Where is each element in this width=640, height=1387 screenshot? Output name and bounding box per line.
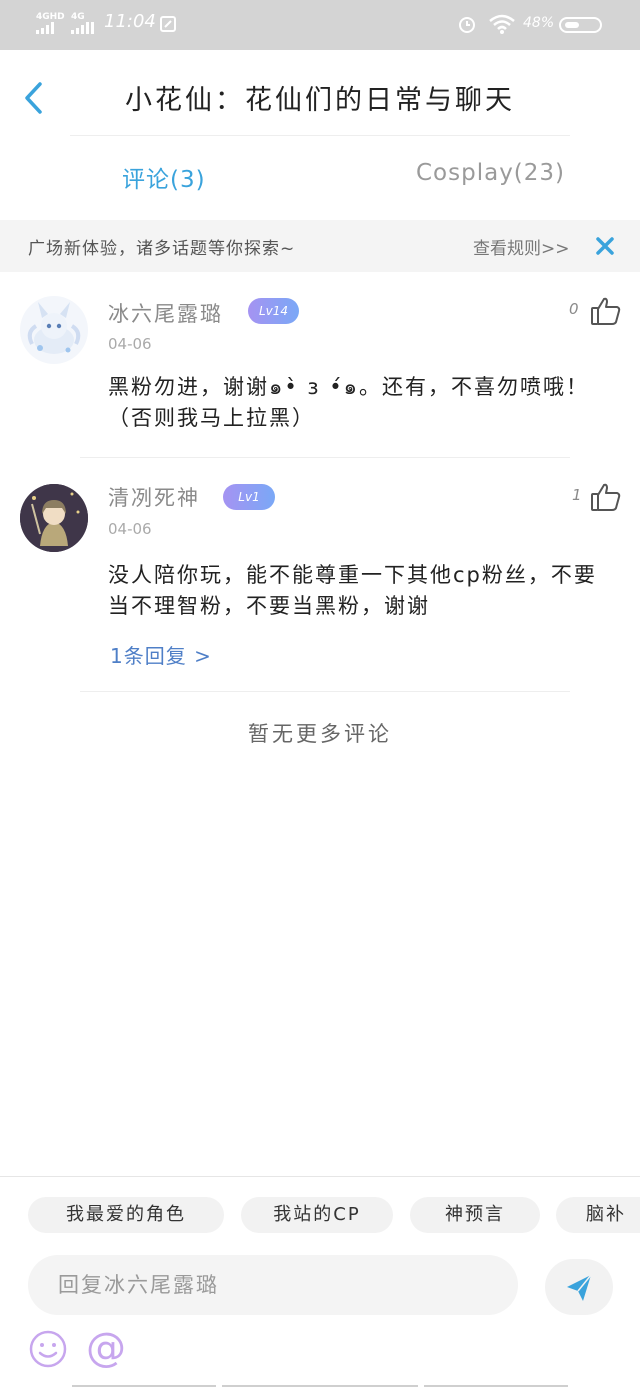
signal-icon xyxy=(71,22,94,34)
tab-bar: 评论(3) Cosplay(23) xyxy=(0,136,640,220)
notice-bar: 广场新体验，诸多话题等你探索~ 查看规则>> xyxy=(0,220,640,272)
network-type-1: 4GHD xyxy=(36,12,65,22)
view-rules-link[interactable]: 查看规则>> xyxy=(473,234,570,259)
no-more-comments: 暂无更多评论 xyxy=(248,722,392,746)
comment-username[interactable]: 清冽死神 xyxy=(108,482,200,512)
close-icon[interactable] xyxy=(593,234,617,258)
level-badge: Lv14 xyxy=(248,298,299,324)
like-count: 0 xyxy=(569,300,579,318)
like-count: 1 xyxy=(572,486,582,504)
battery-percent: 48% xyxy=(523,15,555,31)
tab-comments[interactable]: 评论(3) xyxy=(122,160,206,194)
topic-chip[interactable]: 我站的CP xyxy=(241,1197,393,1233)
tab-cosplay[interactable]: Cosplay(23) xyxy=(416,160,565,186)
thumbs-up-icon[interactable] xyxy=(590,296,622,326)
thumbs-up-icon[interactable] xyxy=(590,482,622,512)
network-type-2: 4G xyxy=(71,12,85,22)
comment-item: 冰六尾露璐 Lv14 04-06 0 黑粉勿进，谢谢๑•̀ з •́๑。还有，不… xyxy=(0,272,640,458)
reply-input[interactable] xyxy=(28,1255,518,1315)
comment-text: 黑粉勿进，谢谢๑•̀ з •́๑。还有，不喜勿喷哦！（否则我马上拉黑） xyxy=(108,375,589,430)
page-title: 小花仙：花仙们的日常与聊天 xyxy=(125,85,515,116)
screenshot-icon xyxy=(160,16,176,32)
comment-date: 04-06 xyxy=(108,520,152,538)
header: 小花仙：花仙们的日常与聊天 xyxy=(0,50,640,136)
reply-composer: 我最爱的角色 我站的CP 神预言 脑补 @ xyxy=(0,1176,640,1387)
topic-chip[interactable]: 神预言 xyxy=(410,1197,540,1233)
wifi-icon xyxy=(489,14,515,34)
send-icon xyxy=(567,1274,592,1301)
status-bar: 4GHD 4G 11:04 48% xyxy=(0,0,640,50)
notice-text: 广场新体验，诸多话题等你探索~ xyxy=(28,239,296,259)
avatar[interactable] xyxy=(20,296,88,364)
comment-username[interactable]: 冰六尾露璐 xyxy=(108,298,223,328)
comment-divider xyxy=(80,691,570,692)
alarm-icon xyxy=(459,17,475,33)
avatar[interactable] xyxy=(20,484,88,552)
topic-chip[interactable]: 我最爱的角色 xyxy=(28,1197,224,1233)
comment-item: 清冽死神 Lv1 04-06 1 没人陪你玩，能不能尊重一下其他cp粉丝，不要当… xyxy=(0,458,640,692)
level-badge: Lv1 xyxy=(223,484,275,510)
battery-icon xyxy=(559,17,602,33)
signal-icon xyxy=(36,22,54,34)
send-button[interactable] xyxy=(545,1259,613,1315)
comment-text: 没人陪你玩，能不能尊重一下其他cp粉丝，不要当不理智粉，不要当黑粉，谢谢 xyxy=(108,563,597,618)
mention-button[interactable]: @ xyxy=(86,1326,126,1370)
status-time: 11:04 xyxy=(104,11,156,32)
emoji-icon[interactable] xyxy=(28,1329,68,1369)
comment-date: 04-06 xyxy=(108,335,152,353)
topic-chip[interactable]: 脑补 xyxy=(556,1197,640,1233)
back-button[interactable] xyxy=(18,80,50,116)
view-replies-link[interactable]: 1条回复 > xyxy=(110,640,212,669)
